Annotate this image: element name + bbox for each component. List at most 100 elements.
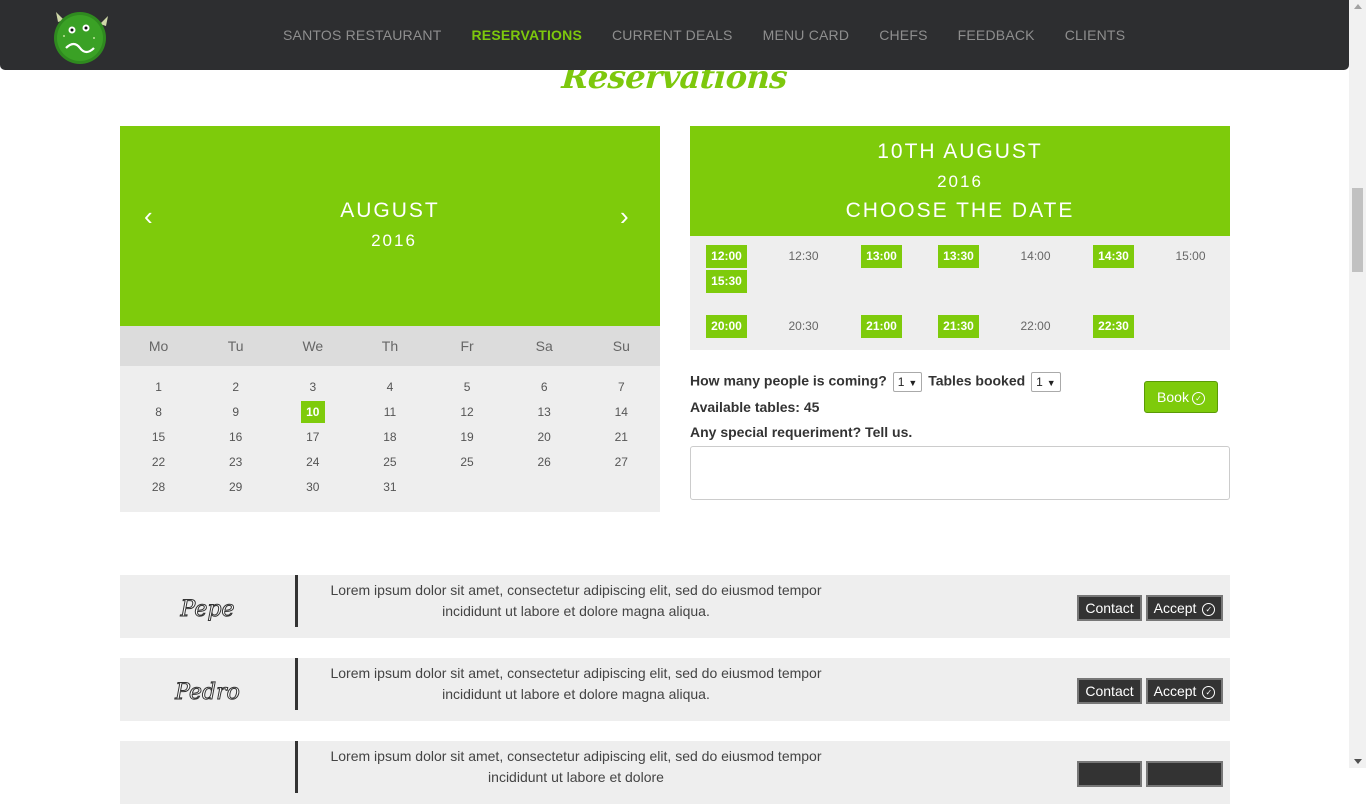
accept-button[interactable]: [1146, 761, 1223, 787]
day-number: 17: [306, 430, 320, 444]
time-slot[interactable]: 21:30: [938, 315, 979, 338]
calendar-day[interactable]: 31: [351, 475, 428, 500]
day-number: 27: [614, 455, 628, 469]
calendar-year: 2016: [371, 231, 417, 250]
calendar-day: [429, 475, 506, 500]
calendar-day[interactable]: 12: [429, 400, 506, 425]
time-slot[interactable]: 15:30: [706, 270, 747, 293]
request-card: Pepe Lorem ipsum dolor sit amet, consect…: [120, 575, 1230, 638]
nav-current-deals[interactable]: CURRENT DEALS: [612, 27, 733, 43]
calendar-day[interactable]: 11: [351, 400, 428, 425]
calendar-day[interactable]: 29: [197, 475, 274, 500]
contact-button[interactable]: [1077, 761, 1142, 787]
calendar-day[interactable]: 1: [120, 375, 197, 400]
time-slot[interactable]: 14:00: [1015, 245, 1056, 268]
contact-button[interactable]: Contact: [1077, 678, 1142, 704]
calendar-day[interactable]: 8: [120, 400, 197, 425]
calendar-day[interactable]: 15: [120, 425, 197, 450]
day-number: 29: [229, 480, 243, 494]
accept-button[interactable]: Accept ✓: [1146, 595, 1223, 621]
day-number: 18: [383, 430, 397, 444]
client-name: [120, 741, 295, 804]
monster-logo-icon[interactable]: [50, 6, 112, 66]
calendar-day[interactable]: 20: [506, 425, 583, 450]
day-number: 11: [383, 405, 397, 419]
time-slot[interactable]: 22:30: [1093, 315, 1134, 338]
calendar-day[interactable]: 22: [120, 450, 197, 475]
page-scrollbar[interactable]: [1349, 0, 1366, 768]
calendar-day[interactable]: 2: [197, 375, 274, 400]
day-number: 23: [229, 455, 243, 469]
calendar-day[interactable]: 5: [429, 375, 506, 400]
time-slot[interactable]: 12:30: [783, 245, 824, 268]
contact-button[interactable]: Contact: [1077, 595, 1142, 621]
calendar-day[interactable]: 18: [351, 425, 428, 450]
accept-button[interactable]: Accept ✓: [1146, 678, 1223, 704]
calendar-grid: 1 2 3 4 5 6 7 8 9 10 11 12 13 14 15 16 17 18 19 20 21 22 23 24 2…: [120, 375, 660, 500]
calendar-day[interactable]: 16: [197, 425, 274, 450]
nav-clients[interactable]: CLIENTS: [1065, 27, 1126, 43]
special-request-textarea[interactable]: [690, 446, 1230, 500]
nav-chefs[interactable]: CHEFS: [879, 27, 927, 43]
time-slot[interactable]: 20:30: [783, 315, 824, 338]
calendar-day[interactable]: 23: [197, 450, 274, 475]
day-number: 19: [460, 430, 474, 444]
nav-menu-card[interactable]: MENU CARD: [763, 27, 850, 43]
next-month-icon[interactable]: ›: [620, 203, 629, 229]
nav-feedback[interactable]: FEEDBACK: [958, 27, 1035, 43]
book-button[interactable]: Book ✓: [1144, 381, 1218, 413]
time-slot[interactable]: 14:30: [1093, 245, 1134, 268]
tables-select[interactable]: 1 ▼: [1031, 372, 1061, 392]
calendar: ‹ AUGUST 2016 › Mo Tu We Th Fr Sa Su 123…: [120, 126, 660, 512]
calendar-day[interactable]: 28: [120, 475, 197, 500]
scroll-up-icon[interactable]: [1354, 4, 1362, 9]
nav-reservations[interactable]: RESERVATIONS: [471, 27, 582, 43]
day-number: 28: [151, 480, 166, 494]
time-slot[interactable]: 15:00: [1170, 245, 1211, 268]
day-number: 15: [151, 430, 166, 444]
calendar-day[interactable]: 9: [197, 400, 274, 425]
divider: [295, 575, 298, 627]
day-number: 26: [537, 455, 551, 469]
calendar-day[interactable]: 6: [506, 375, 583, 400]
calendar-day[interactable]: 7: [583, 375, 660, 400]
calendar-day[interactable]: 3: [274, 375, 351, 400]
calendar-day[interactable]: 24: [274, 450, 351, 475]
calendar-day[interactable]: 14: [583, 400, 660, 425]
calendar-day[interactable]: 17: [274, 425, 351, 450]
dropdown-arrow-icon: ▼: [908, 378, 918, 388]
calendar-day[interactable]: 21: [583, 425, 660, 450]
weekday-label: Sa: [535, 338, 553, 354]
people-select[interactable]: 1 ▼: [892, 372, 923, 392]
time-slot[interactable]: 21:00: [861, 315, 902, 338]
people-row: How many people is coming? 1 ▼ Tables boo…: [690, 372, 1063, 392]
weekday-label: We: [302, 338, 324, 354]
scrollbar-thumb[interactable]: [1352, 188, 1363, 272]
calendar-day[interactable]: 25: [429, 450, 506, 475]
day-number: 22: [151, 455, 166, 469]
calendar-day[interactable]: 25: [351, 450, 428, 475]
divider: [295, 658, 298, 710]
available-tables: Available tables: 45: [690, 399, 820, 415]
request-text: Lorem ipsum dolor sit amet, consectetur …: [330, 748, 822, 785]
calendar-day[interactable]: 10: [274, 400, 351, 425]
time-slot[interactable]: 13:00: [861, 245, 902, 268]
time-slot[interactable]: 12:00: [706, 245, 747, 268]
day-number: 5: [463, 380, 471, 394]
time-slot[interactable]: 22:00: [1015, 315, 1056, 338]
calendar-day[interactable]: 30: [274, 475, 351, 500]
weekday-label: Mo: [148, 338, 169, 354]
nav-santos-restaurant[interactable]: SANTOS RESTAURANT: [283, 27, 441, 43]
weekday-label: Th: [381, 338, 399, 354]
scroll-down-icon[interactable]: [1354, 759, 1362, 764]
calendar-day[interactable]: 19: [429, 425, 506, 450]
time-slot[interactable]: 20:00: [706, 315, 747, 338]
calendar-week: 28 29 30 31: [120, 475, 660, 500]
calendar-day[interactable]: 27: [583, 450, 660, 475]
calendar-day[interactable]: 26: [506, 450, 583, 475]
calendar-month: AUGUST: [340, 199, 440, 222]
day-number: 8: [155, 405, 162, 419]
calendar-day[interactable]: 13: [506, 400, 583, 425]
time-slot[interactable]: 13:30: [938, 245, 979, 268]
calendar-day[interactable]: 4: [351, 375, 428, 400]
